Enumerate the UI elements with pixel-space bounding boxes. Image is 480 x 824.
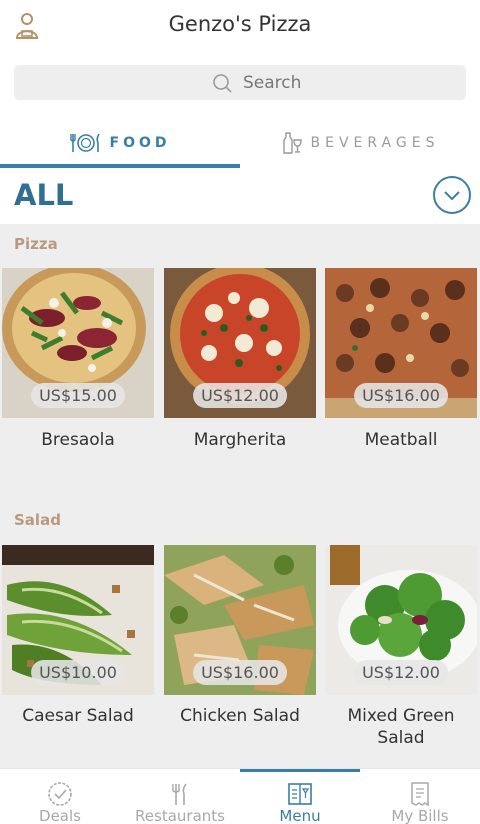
chevron-down-circle-icon[interactable] [433, 176, 471, 214]
item-name[interactable]: Caesar Salad [2, 705, 154, 727]
receipt-icon [411, 782, 429, 807]
fork-knife-icon [172, 783, 187, 805]
menu-item-card[interactable]: US$12.00 [164, 268, 316, 418]
tab-food[interactable]: FOOD [0, 118, 240, 168]
nav-deals-label: Deals [39, 807, 81, 824]
tab-beverages-label: BEVERAGES [310, 135, 440, 151]
cutlery-plate-icon [69, 133, 100, 152]
section-title-pizza: Pizza [14, 235, 58, 253]
menu-content: ALL Pizza US$15.00 Bresaola US$12.00 Mar… [0, 168, 480, 768]
nav-menu-label: Menu [279, 807, 321, 824]
item-price: US$15.00 [31, 383, 125, 408]
item-name[interactable]: Margherita [164, 429, 316, 451]
app-header: Genzo's Pizza [0, 0, 480, 54]
category-title: ALL [14, 178, 74, 212]
menu-item-card[interactable]: US$16.00 [325, 268, 477, 418]
nav-deals[interactable]: Deals [0, 769, 120, 824]
page-title: Genzo's Pizza [168, 12, 312, 36]
search-placeholder: Search [243, 72, 302, 93]
item-name[interactable]: Bresaola [2, 429, 154, 451]
item-price: US$16.00 [193, 660, 287, 685]
menu-book-icon [288, 783, 312, 805]
menu-item-card[interactable]: US$10.00 [2, 545, 154, 695]
category-bar: ALL [0, 168, 480, 224]
nav-menu[interactable]: Menu [240, 769, 360, 824]
tab-beverages[interactable]: BEVERAGES [240, 118, 480, 168]
item-price: US$12.00 [193, 383, 287, 408]
menu-item-card[interactable]: US$12.00 [325, 545, 477, 695]
category-tabs: FOOD BEVERAGES [0, 118, 480, 168]
item-name[interactable]: Meatball [325, 429, 477, 451]
menu-item-card[interactable]: US$15.00 [2, 268, 154, 418]
search-icon [213, 73, 232, 93]
section-title-salad: Salad [14, 511, 61, 529]
tab-food-label: FOOD [109, 135, 171, 151]
bottle-glass-icon [282, 132, 302, 154]
item-price: US$10.00 [31, 660, 125, 685]
nav-restaurants-label: Restaurants [135, 807, 225, 824]
nav-my-bills-label: My Bills [391, 807, 449, 824]
item-price: US$12.00 [354, 660, 448, 685]
item-price: US$16.00 [354, 383, 448, 408]
item-name[interactable]: Mixed Green Salad [325, 705, 477, 749]
bottom-navigation: Deals Restaurants Menu My Bills [0, 768, 480, 824]
deals-badge-icon [48, 782, 72, 806]
nav-restaurants[interactable]: Restaurants [120, 769, 240, 824]
nav-my-bills[interactable]: My Bills [360, 769, 480, 824]
search-input[interactable]: Search [14, 65, 466, 100]
item-name[interactable]: Chicken Salad [164, 705, 316, 727]
menu-item-card[interactable]: US$16.00 [164, 545, 316, 695]
